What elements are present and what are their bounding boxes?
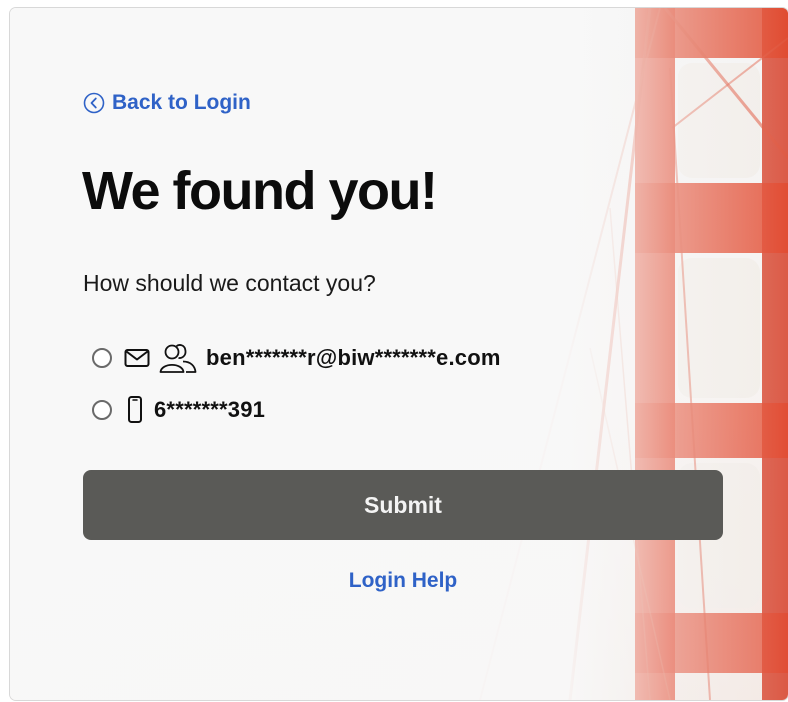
back-to-login-label: Back to Login (112, 91, 251, 114)
submit-button[interactable]: Submit (83, 470, 723, 540)
envelope-icon (124, 348, 150, 368)
email-value: ben*******r@biw*******e.com (206, 345, 501, 370)
contact-option-phone[interactable]: 6*******391 (92, 395, 265, 425)
phone-radio[interactable] (92, 400, 112, 420)
back-to-login-link[interactable]: Back to Login (83, 91, 251, 115)
users-icon (158, 342, 198, 374)
page-title: We found you! (82, 161, 438, 221)
login-help-link[interactable]: Login Help (10, 569, 788, 593)
screen: Back to Login We found you! How should w… (0, 0, 788, 702)
contact-option-email[interactable]: ben*******r@biw*******e.com (92, 342, 501, 374)
email-radio[interactable] (92, 348, 112, 368)
chevron-left-circle-icon (83, 92, 105, 114)
phone-value: 6*******391 (154, 397, 266, 422)
phone-icon (124, 395, 146, 425)
login-card: Back to Login We found you! How should w… (10, 8, 788, 700)
contact-question: How should we contact you? (83, 270, 376, 296)
